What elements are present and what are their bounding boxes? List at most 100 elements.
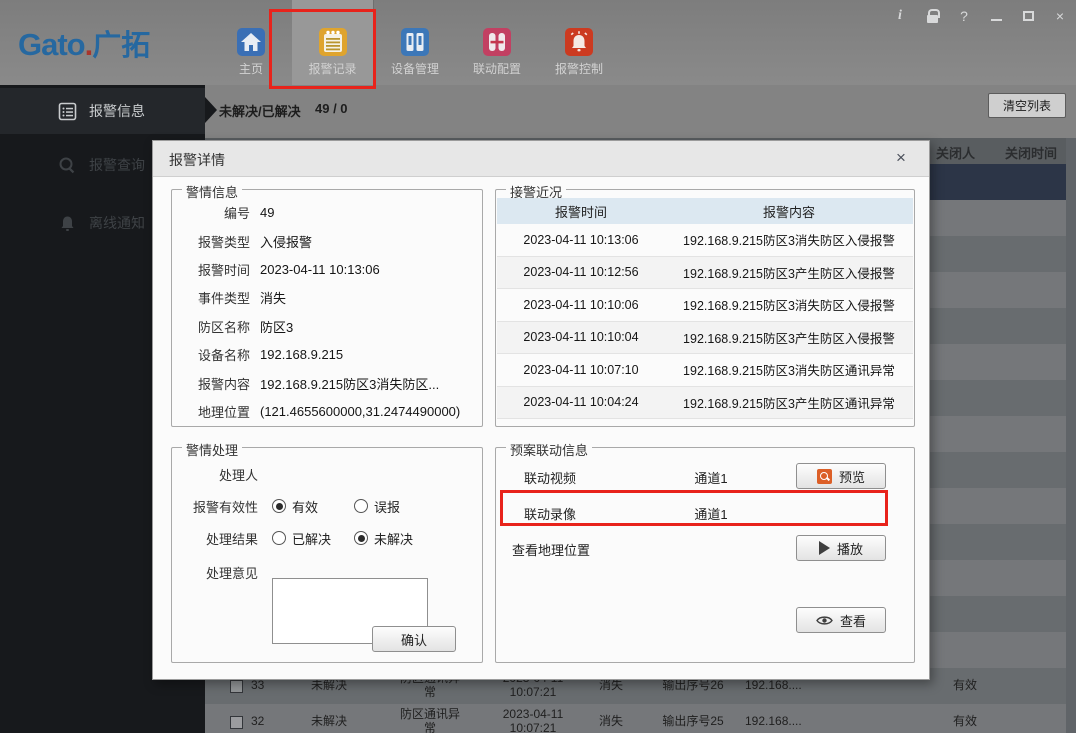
alarm-detail-dialog: 报警详情 × 警情信息 编号49 报警类型入侵报警 报警时间2023-04-11… bbox=[152, 140, 930, 680]
field-zone-name: 防区名称防区3 bbox=[172, 312, 482, 340]
field-number: 编号49 bbox=[172, 198, 482, 226]
recent-row[interactable]: 2023-04-11 10:13:06192.168.9.215防区3消失防区入… bbox=[497, 224, 913, 257]
field-event-type: 事件类型消失 bbox=[172, 283, 482, 311]
row-time: 2023-04-1110:07:21 bbox=[485, 708, 581, 733]
handler-row: 处理人 bbox=[172, 462, 482, 486]
maximize-button[interactable] bbox=[1020, 8, 1036, 24]
group-legend: 警情处理 bbox=[182, 440, 242, 459]
linkage-video-channel: 通道1 bbox=[646, 468, 776, 487]
validity-label: 报警有效性 bbox=[172, 497, 258, 516]
help-icon[interactable]: ? bbox=[956, 8, 972, 24]
info-icon[interactable]: i bbox=[892, 8, 908, 24]
recent-table-header: 报警时间 报警内容 bbox=[497, 198, 913, 224]
row-id: 33 bbox=[243, 679, 283, 693]
result-row: 处理结果 已解决 未解决 bbox=[172, 526, 482, 550]
sidebar-item-label: 报警信息 bbox=[89, 101, 145, 121]
recent-row[interactable]: 2023-04-11 10:10:04192.168.9.215防区3产生防区入… bbox=[497, 322, 913, 355]
view-button[interactable]: 查看 bbox=[796, 607, 886, 633]
column-closer: 关闭人 bbox=[936, 143, 975, 162]
row-device: 192.168.... bbox=[745, 715, 865, 729]
sidebar-item-label: 报警查询 bbox=[89, 155, 145, 175]
eye-icon bbox=[816, 615, 833, 626]
sidebar-item-label: 离线通知 bbox=[89, 213, 145, 233]
nav-tab-linkage-config[interactable]: 联动配置 bbox=[456, 0, 538, 85]
row-status: 未解决 bbox=[283, 679, 375, 693]
row-validity: 有效 bbox=[930, 679, 1000, 693]
radio-valid[interactable]: 有效 bbox=[272, 497, 354, 516]
radio-unresolved[interactable]: 未解决 bbox=[354, 529, 413, 548]
linkage-video-label: 联动视频 bbox=[496, 468, 646, 487]
annotation-box-alarm-records-tab bbox=[269, 9, 376, 89]
confirm-button[interactable]: 确认 bbox=[372, 626, 456, 652]
row-event: 消失 bbox=[581, 715, 641, 729]
field-alarm-type: 报警类型入侵报警 bbox=[172, 226, 482, 254]
alarm-control-icon bbox=[564, 27, 594, 57]
row-event: 消失 bbox=[581, 679, 641, 693]
close-button[interactable]: × bbox=[1052, 8, 1068, 24]
unresolved-resolved-label: 未解决/已解决 bbox=[219, 101, 301, 120]
view-location-label: 查看地理位置 bbox=[496, 540, 646, 559]
device-management-icon bbox=[400, 27, 430, 57]
handler-label: 处理人 bbox=[172, 465, 258, 484]
row-status: 未解决 bbox=[283, 715, 375, 729]
row-checkbox[interactable] bbox=[230, 716, 243, 729]
dialog-title: 报警详情 bbox=[169, 150, 225, 170]
offline-notice-icon bbox=[58, 214, 77, 233]
minimize-button[interactable] bbox=[988, 8, 1004, 24]
unresolved-resolved-value: 49 / 0 bbox=[315, 101, 348, 116]
window-controls: i ? × bbox=[892, 6, 1068, 26]
alarm-query-icon bbox=[58, 156, 77, 175]
nav-tab-label: 报警控制 bbox=[555, 60, 603, 77]
table-row[interactable]: 32 未解决 防区通讯异常 2023-04-1110:07:21 消失 输出序号… bbox=[205, 704, 1066, 733]
nav-tab-device-management[interactable]: 设备管理 bbox=[374, 0, 456, 85]
nav-tab-alarm-control[interactable]: 报警控制 bbox=[538, 0, 620, 85]
column-alarm-time: 报警时间 bbox=[497, 202, 665, 221]
brand-logo-en: Gato bbox=[18, 27, 85, 62]
list-summary-strip: 未解决/已解决 49 / 0 清空列表 bbox=[205, 85, 1076, 138]
nav-tab-label: 联动配置 bbox=[473, 60, 521, 77]
column-alarm-content: 报警内容 bbox=[665, 202, 913, 221]
radio-resolved[interactable]: 已解决 bbox=[272, 529, 354, 548]
linkage-config-icon bbox=[482, 27, 512, 57]
column-close-time: 关闭时间 bbox=[1005, 143, 1057, 162]
preview-icon bbox=[817, 469, 832, 484]
row-source: 输出序号25 bbox=[641, 715, 745, 729]
plan-linkage-group: 预案联动信息 联动视频 通道1 预览 联动录像 通道1 播放 查看地理位置 bbox=[495, 447, 915, 663]
recent-row[interactable]: 2023-04-11 10:12:56192.168.9.215防区3产生防区入… bbox=[497, 257, 913, 290]
radio-false-alarm[interactable]: 误报 bbox=[354, 497, 400, 516]
group-legend: 警情信息 bbox=[182, 182, 242, 201]
view-location-row: 查看地理位置 查看 bbox=[496, 534, 914, 564]
recent-row[interactable]: 2023-04-11 10:04:24192.168.9.215防区3产生防区通… bbox=[497, 387, 913, 420]
top-bar: Gato.广拓 主页 报警记录 bbox=[0, 0, 1076, 85]
alarm-info-group: 警情信息 编号49 报警类型入侵报警 报警时间2023-04-11 10:13:… bbox=[171, 189, 483, 427]
lock-icon[interactable] bbox=[924, 8, 940, 24]
row-id: 32 bbox=[243, 715, 283, 729]
app-window: Gato.广拓 主页 报警记录 bbox=[0, 0, 1076, 733]
alarm-handling-group: 警情处理 处理人 报警有效性 有效 误报 处理结果 已解决 未解决 处理意见 确… bbox=[171, 447, 483, 663]
group-legend: 预案联动信息 bbox=[506, 440, 592, 459]
row-validity: 有效 bbox=[930, 715, 1000, 729]
comment-label: 处理意见 bbox=[172, 563, 258, 582]
dialog-title-bar: 报警详情 × bbox=[153, 141, 929, 177]
sidebar-item-alarm-info[interactable]: 报警信息 bbox=[0, 88, 205, 134]
nav-tab-label: 主页 bbox=[239, 60, 263, 77]
recent-alarms-group: 接警近况 报警时间 报警内容 2023-04-11 10:13:06192.16… bbox=[495, 189, 915, 427]
dialog-close-icon[interactable]: × bbox=[891, 148, 911, 168]
clear-list-button[interactable]: 清空列表 bbox=[988, 93, 1066, 118]
preview-button[interactable]: 预览 bbox=[796, 463, 886, 489]
row-alarm-type: 防区通讯异常 bbox=[375, 708, 485, 733]
row-source: 输出序号26 bbox=[641, 679, 745, 693]
linkage-video-row: 联动视频 通道1 预览 bbox=[496, 462, 914, 492]
row-device: 192.168.... bbox=[745, 679, 865, 693]
recent-row[interactable]: 2023-04-11 10:10:06192.168.9.215防区3消失防区入… bbox=[497, 289, 913, 322]
field-device-name: 设备名称192.168.9.215 bbox=[172, 340, 482, 368]
field-geo-location: 地理位置(121.4655600000,31.2474490000) bbox=[172, 397, 482, 425]
alarm-info-icon bbox=[58, 102, 77, 121]
brand-logo-cn: 广拓 bbox=[92, 30, 150, 62]
recent-table-body: 2023-04-11 10:13:06192.168.9.215防区3消失防区入… bbox=[497, 224, 913, 420]
vertical-scrollbar[interactable] bbox=[1066, 138, 1076, 733]
validity-row: 报警有效性 有效 误报 bbox=[172, 494, 482, 518]
row-checkbox[interactable] bbox=[230, 680, 243, 693]
brand-logo: Gato.广拓 bbox=[18, 22, 150, 64]
recent-row[interactable]: 2023-04-11 10:07:10192.168.9.215防区3消失防区通… bbox=[497, 354, 913, 387]
